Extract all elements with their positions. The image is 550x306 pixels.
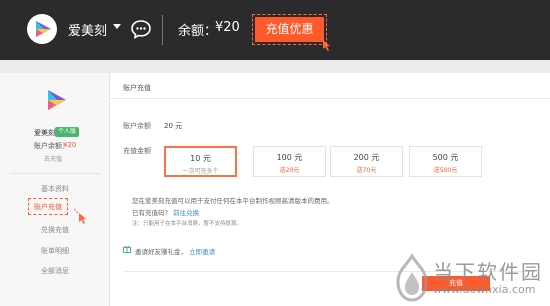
amount-option-100[interactable]: 100 元 送20元: [253, 146, 326, 177]
recharge-promo-button[interactable]: 充值优惠: [255, 17, 324, 42]
hand-cursor-icon: [317, 35, 330, 51]
invite-now-link[interactable]: 立即邀请: [189, 248, 215, 256]
account-balance-value: 20 元: [164, 122, 183, 130]
chevron-down-icon[interactable]: [113, 24, 121, 29]
redeem-code-hint: 已有充值码？ 前往兑换: [132, 207, 199, 217]
account-sidebar: 爱美刻 个人版 账户余额： ¥20 去充值 基本资料 账户充值 兑换充值 账单明…: [0, 73, 110, 306]
amount-bonus: 送20元: [279, 167, 300, 174]
watermark-url: www.downxia.com: [433, 283, 536, 296]
chat-bubble-icon[interactable]: [130, 18, 152, 40]
app-logo-icon[interactable]: [27, 14, 57, 44]
hand-cursor-icon: [74, 209, 86, 224]
go-recharge-link[interactable]: 去充值: [44, 154, 62, 163]
gift-icon: [123, 245, 131, 253]
amount-bonus: 送500元: [433, 167, 458, 174]
title-divider: [110, 98, 550, 99]
account-balance-label: 账户余额: [123, 122, 151, 130]
sidebar-item-account-recharge[interactable]: 账户充值: [28, 202, 68, 212]
recharge-description: 您在爱美刻充值可以用于支付任何在本平台制作视频高清版本的费用。: [132, 197, 334, 205]
amount-bonus: 送70元: [356, 167, 377, 174]
go-redeem-link[interactable]: 前往兑换: [173, 209, 199, 217]
balance-value: ¥20: [215, 20, 240, 35]
redeem-code-question: 已有充值码？: [132, 209, 171, 217]
sidebar-item-redeem-recharge[interactable]: 兑换充值: [0, 225, 110, 235]
recharge-amount-label: 充值金额: [123, 147, 151, 155]
edition-badge: 个人版: [55, 127, 80, 137]
amount-option-500[interactable]: 500 元 送500元: [409, 146, 482, 177]
amount-value: 100 元: [276, 153, 303, 162]
user-name: 爱美刻: [34, 129, 55, 137]
amount-note: 一次可充多个: [182, 168, 219, 175]
recharge-note: 注：只能用于在本平台消费，暂不支持提现。: [132, 221, 243, 227]
invite-promo: 邀请好友赚礼金， 立即邀请: [135, 246, 215, 256]
user-avatar-logo-icon: [48, 90, 66, 110]
sidebar-item-bill-details[interactable]: 账单明细: [0, 246, 110, 256]
amount-option-200[interactable]: 200 元 送70元: [330, 146, 403, 177]
account-balance-value: ¥20: [63, 141, 77, 149]
sidebar-item-all-messages[interactable]: 全部消息: [0, 266, 110, 276]
sidebar-item-basic-info[interactable]: 基本资料: [0, 184, 110, 194]
header-divider: [162, 15, 163, 45]
top-header: 爱美刻 余额： ¥20 充值优惠: [0, 0, 550, 60]
brand-name[interactable]: 爱美刻: [68, 20, 107, 39]
header-gap: [0, 60, 550, 73]
amount-value: 10 元: [190, 154, 211, 163]
watermark-title: 当下软件园: [433, 260, 543, 284]
amount-value: 500 元: [432, 153, 459, 162]
page-title: 账户充值: [123, 84, 151, 92]
sidebar-divider: [10, 173, 100, 174]
amount-option-10[interactable]: 10 元 一次可充多个: [164, 146, 237, 177]
balance-label: 余额：: [178, 24, 218, 39]
invite-text: 邀请好友赚礼金，: [135, 248, 187, 256]
amount-value: 200 元: [353, 153, 380, 162]
